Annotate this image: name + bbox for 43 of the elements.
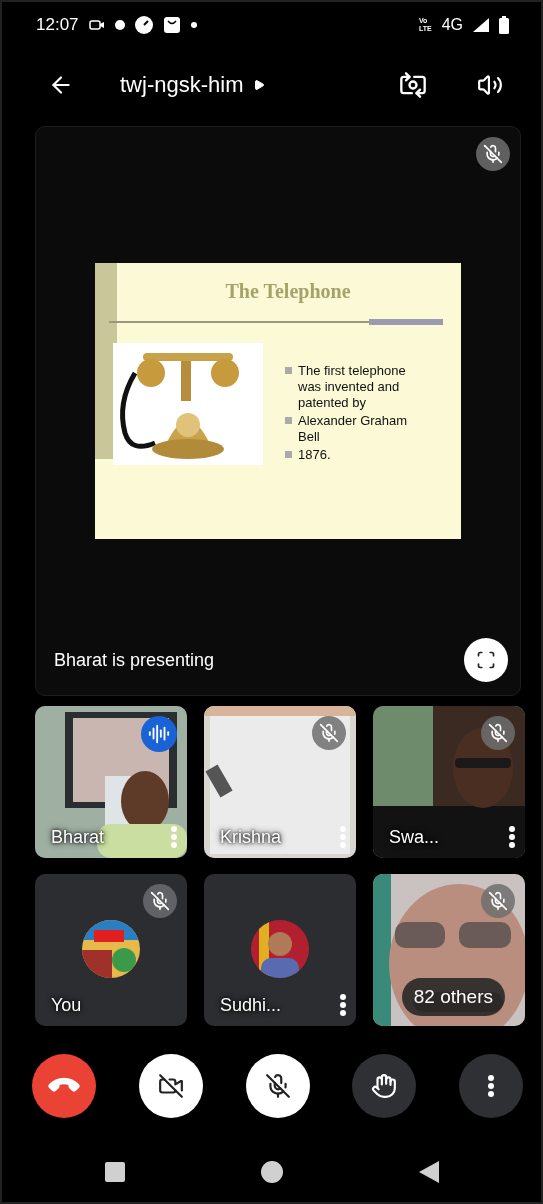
fullscreen-icon [476,650,496,670]
participant-name: Sudhi... [220,994,283,1016]
participant-tile[interactable]: You [35,874,187,1026]
participant-tile[interactable]: Swa... [373,706,525,858]
dot-icon [190,22,197,28]
fullscreen-button[interactable] [464,638,508,682]
camera-notification-icon [88,19,105,31]
hand-icon [371,1073,398,1099]
participant-name: Bharat [51,826,106,848]
more-options-icon[interactable] [340,994,346,1016]
bullet-marker [285,367,292,374]
home-icon[interactable] [260,1161,283,1183]
more-options-icon[interactable] [509,826,515,848]
recents-icon[interactable] [104,1162,125,1182]
participant-tile[interactable]: Sudhi... [204,874,356,1026]
clock: 12:07 [36,15,79,35]
presenter-label: Bharat is presenting [54,649,215,671]
bullet-marker [285,451,292,458]
bullet-text: The first telephone was invented and patented by [298,363,407,411]
bullet-text: Alexander Graham Bell [298,413,409,445]
back-nav-icon[interactable] [418,1161,439,1183]
meeting-code[interactable]: twj-ngsk-him [120,72,244,98]
network-type: 4G [441,16,463,34]
notification-dot-icon [114,20,125,30]
participant-name: Swa... [389,826,441,848]
switch-camera-icon[interactable] [399,71,427,99]
others-chip[interactable]: 82 others [401,978,505,1016]
participant-tile[interactable]: Krishna [204,706,356,858]
battery-icon [499,16,509,34]
bullet-marker [285,417,292,424]
camera-off-icon [157,1073,184,1099]
bag-icon [162,16,181,34]
signal-icon [473,18,489,32]
participant-name: You [51,995,83,1016]
expand-icon[interactable] [253,79,266,91]
speaker-icon[interactable] [477,72,503,98]
participant-tile[interactable]: 82 others [373,874,525,1026]
bullet-text: 1876. [298,447,331,463]
gauge-icon [134,16,153,34]
more-icon [488,1075,494,1097]
participant-name: Krishna [220,826,283,848]
slide-title: The Telephone [224,280,352,303]
microphone-off-icon [264,1073,291,1099]
